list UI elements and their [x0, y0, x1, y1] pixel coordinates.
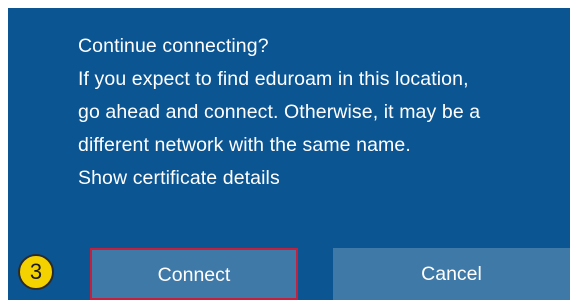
network-dialog: Continue connecting? If you expect to fi…	[8, 8, 570, 300]
cancel-button[interactable]: Cancel	[333, 248, 570, 300]
show-certificate-details-link[interactable]: Show certificate details	[78, 162, 563, 195]
dialog-text-line: If you expect to find eduroam in this lo…	[78, 68, 469, 90]
dialog-title: Continue connecting?	[78, 35, 269, 57]
dialog-text-line: go ahead and connect. Otherwise, it may …	[78, 101, 481, 123]
step-number-badge: 3	[18, 254, 54, 290]
connect-button[interactable]: Connect	[90, 248, 298, 300]
dialog-message: Continue connecting? If you expect to fi…	[78, 30, 563, 195]
dialog-text-line: different network with the same name.	[78, 134, 411, 156]
